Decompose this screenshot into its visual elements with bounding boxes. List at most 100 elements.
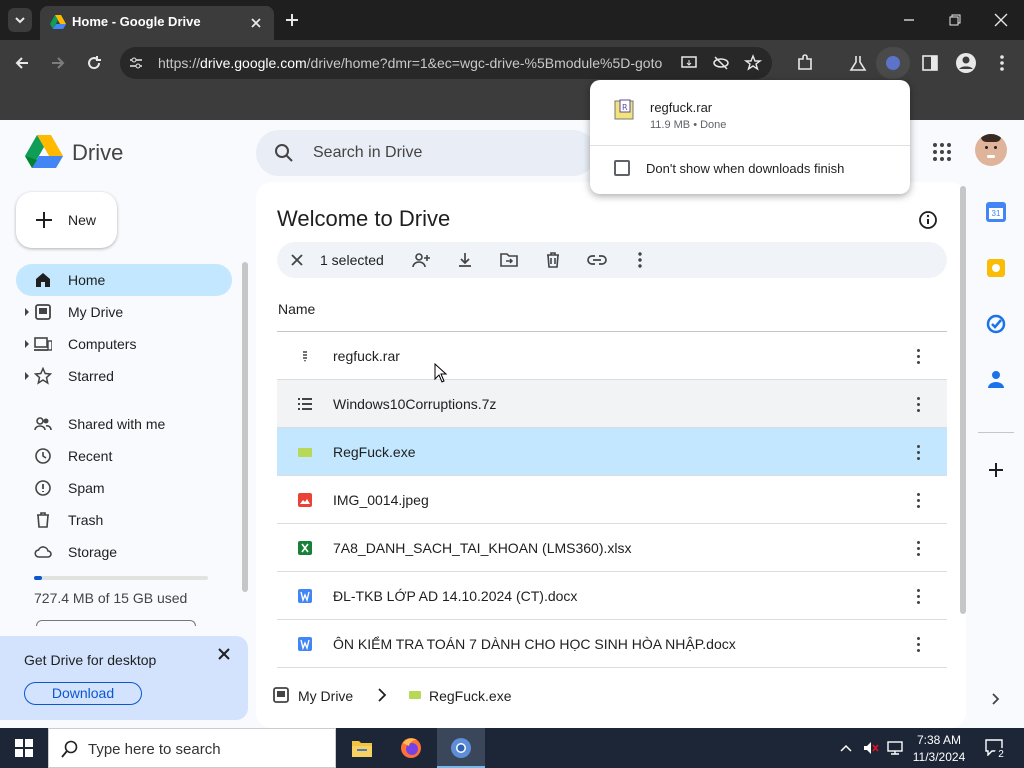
taskbar-time[interactable]: 7:38 AM [913, 733, 965, 747]
extensions-puzzle-icon[interactable] [795, 53, 815, 73]
download-file-name[interactable]: regfuck.rar [650, 100, 712, 115]
profile-icon[interactable] [955, 52, 977, 74]
dont-show-checkbox[interactable] [614, 160, 630, 176]
contacts-icon[interactable] [986, 369, 1006, 389]
side-panel-icon[interactable] [920, 53, 940, 73]
file-row[interactable]: Windows10Corruptions.7z [277, 380, 947, 428]
row-more-icon[interactable] [909, 490, 929, 510]
keep-icon[interactable] [987, 259, 1005, 277]
new-button[interactable]: New [16, 192, 117, 248]
firefox-icon [401, 738, 421, 758]
show-hidden-icons-chevron-icon[interactable] [838, 741, 854, 755]
file-row-selected[interactable]: RegFuck.exe [277, 428, 947, 476]
tasks-icon[interactable] [986, 314, 1006, 334]
drive-logo-text[interactable]: Drive [72, 140, 123, 166]
google-apps-icon[interactable] [932, 142, 952, 162]
expand-panel-chevron-icon[interactable] [988, 691, 1004, 707]
row-more-icon[interactable] [909, 346, 929, 366]
download-icon[interactable] [456, 251, 474, 269]
nav-item-trash[interactable]: Trash [16, 504, 232, 536]
download-bubble: R regfuck.rar 11.9 MB • Done Don't show … [590, 80, 910, 194]
row-more-icon[interactable] [909, 586, 929, 606]
nav-item-spam[interactable]: Spam [16, 472, 232, 504]
labs-flask-icon[interactable] [848, 53, 868, 73]
file-explorer-button[interactable] [342, 728, 382, 768]
file-row[interactable]: regfuck.rar [277, 332, 947, 380]
clock-icon [35, 448, 51, 464]
avatar[interactable] [975, 134, 1007, 166]
close-tab-icon[interactable] [248, 15, 264, 31]
file-row[interactable]: ÔN KIỂM TRA TOÁN 7 DÀNH CHO HỌC SINH HÒA… [277, 620, 947, 668]
new-tab-plus-icon[interactable] [284, 12, 300, 28]
notification-center-button[interactable]: 2 [978, 728, 1018, 768]
get-storage-button-edge[interactable] [36, 620, 196, 626]
breadcrumb-current[interactable]: RegFuck.exe [429, 688, 511, 704]
nav-label-storage: Storage [68, 544, 118, 560]
dont-show-label[interactable]: Don't show when downloads finish [646, 161, 844, 176]
add-addon-plus-icon[interactable] [986, 460, 1006, 480]
network-icon[interactable] [886, 740, 904, 756]
notification-count-badge: 2 [994, 748, 1008, 762]
breadcrumb-root[interactable]: My Drive [298, 688, 353, 704]
reload-icon[interactable] [84, 53, 104, 73]
forward-arrow-icon[interactable] [48, 53, 68, 73]
more-actions-icon[interactable] [635, 251, 645, 269]
calendar-icon[interactable]: 31 [986, 202, 1006, 222]
chrome-taskbar-button[interactable] [437, 728, 485, 768]
bookmark-star-icon[interactable] [744, 54, 762, 72]
rar-archive-icon[interactable]: R [614, 99, 636, 121]
share-person-add-icon[interactable] [411, 251, 431, 269]
browser-tab[interactable]: Home - Google Drive [40, 6, 274, 40]
expand-caret-icon[interactable] [25, 308, 29, 316]
restore-icon[interactable] [947, 12, 963, 28]
row-more-icon[interactable] [909, 634, 929, 654]
taskbar-search-box[interactable]: Type here to search [48, 728, 336, 768]
download-app-button[interactable]: Download [24, 682, 142, 705]
clear-selection-icon[interactable] [289, 252, 305, 268]
nav-item-recent[interactable]: Recent [16, 440, 232, 472]
archive-icon [303, 351, 307, 362]
row-more-icon[interactable] [909, 394, 929, 414]
close-window-icon[interactable] [993, 12, 1009, 28]
file-row[interactable]: IMG_0014.jpeg [277, 476, 947, 524]
main-scrollbar[interactable] [960, 186, 966, 614]
name-column-header[interactable]: Name [278, 301, 315, 317]
volume-muted-icon[interactable] [862, 740, 880, 756]
drive-search-bar[interactable]: Search in Drive [256, 130, 596, 176]
trash-icon[interactable] [544, 251, 562, 269]
nav-item-storage[interactable]: Storage [16, 536, 232, 568]
install-app-icon[interactable] [680, 54, 698, 72]
image-icon [298, 493, 312, 507]
link-icon[interactable] [586, 251, 608, 269]
windows-start-icon[interactable] [15, 739, 33, 757]
nav-item-shared-with-me[interactable]: Shared with me [16, 408, 232, 440]
row-more-icon[interactable] [909, 442, 929, 462]
nav-item-my-drive[interactable]: My Drive [16, 296, 232, 328]
menu-dots-icon[interactable] [994, 53, 1010, 73]
expand-caret-icon[interactable] [25, 340, 29, 348]
nav-item-computers[interactable]: Computers [16, 328, 232, 360]
file-row[interactable]: ĐL-TKB LỚP AD 14.10.2024 (CT).docx [277, 572, 947, 620]
nav-item-home[interactable]: Home [16, 264, 232, 296]
expand-caret-icon[interactable] [25, 372, 29, 380]
downloads-button[interactable] [876, 47, 910, 79]
drive-logo-icon[interactable] [25, 135, 63, 168]
tab-search-button[interactable] [8, 8, 32, 32]
url-text: https://drive.google.com/drive/home?dmr=… [158, 55, 670, 71]
file-name: 7A8_DANH_SACH_TAI_KHOAN (LMS360).xlsx [333, 540, 632, 556]
back-arrow-icon[interactable] [12, 53, 32, 73]
firefox-button[interactable] [391, 728, 431, 768]
info-icon[interactable] [918, 210, 938, 230]
taskbar-date[interactable]: 11/3/2024 [909, 750, 969, 764]
address-bar[interactable]: https://drive.google.com/drive/home?dmr=… [120, 47, 772, 79]
close-icon[interactable] [216, 646, 232, 662]
row-more-icon[interactable] [909, 538, 929, 558]
nav-scrollbar[interactable] [242, 262, 248, 592]
move-to-folder-icon[interactable] [499, 251, 519, 269]
page-title: Welcome to Drive [277, 206, 451, 231]
file-row[interactable]: 7A8_DANH_SACH_TAI_KHOAN (LMS360).xlsx [277, 524, 947, 572]
site-info-icon[interactable] [128, 55, 144, 71]
eye-off-icon[interactable] [712, 54, 730, 72]
minimize-icon[interactable] [901, 12, 917, 28]
nav-item-starred[interactable]: Starred [16, 360, 232, 392]
